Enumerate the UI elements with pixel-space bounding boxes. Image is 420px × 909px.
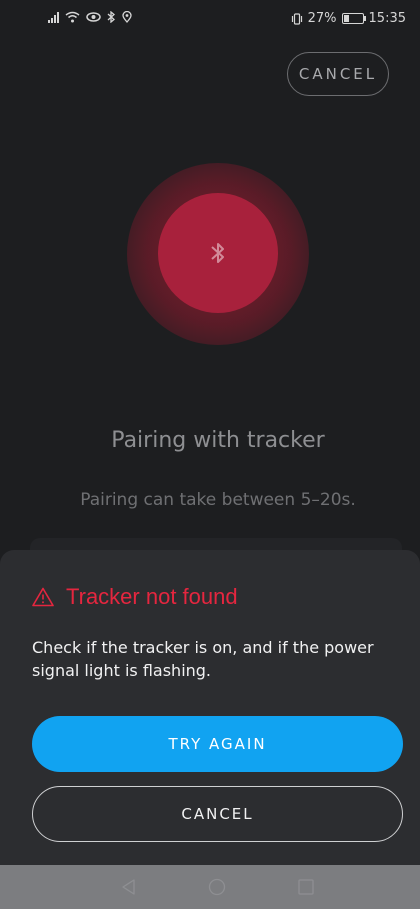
error-message: Check if the tracker is on, and if the p… xyxy=(32,638,374,680)
vibrate-icon xyxy=(291,12,302,25)
status-time: 15:35 xyxy=(368,11,406,26)
pairing-title: Pairing with tracker xyxy=(111,428,325,453)
bluetooth-icon xyxy=(211,243,224,263)
header-cancel-button[interactable]: CANCEL xyxy=(287,52,389,96)
try-again-button[interactable]: TRY AGAIN xyxy=(32,716,403,772)
status-icons-left xyxy=(48,11,132,23)
status-icons-right: 27% 15:35 xyxy=(291,11,406,26)
signal-icon xyxy=(48,11,59,23)
pairing-subtitle: Pairing can take between 5–20s. xyxy=(80,490,356,510)
eye-icon xyxy=(86,12,101,22)
warning-icon xyxy=(32,587,54,607)
home-icon[interactable] xyxy=(208,878,226,896)
back-icon[interactable] xyxy=(120,878,138,896)
pairing-screen: 27% 15:35 CANCEL Pairing with tracker Pa… xyxy=(0,0,420,909)
bluetooth-icon xyxy=(107,11,115,23)
error-header: Tracker not found xyxy=(32,584,238,610)
pairing-pulse-core xyxy=(158,193,278,313)
cancel-button[interactable]: CANCEL xyxy=(32,786,403,842)
system-nav-bar xyxy=(0,865,420,909)
status-bar: 27% 15:35 xyxy=(0,0,420,40)
recent-apps-icon[interactable] xyxy=(298,879,314,895)
error-title: Tracker not found xyxy=(66,584,238,609)
wifi-icon xyxy=(65,11,80,23)
battery-icon xyxy=(341,13,366,24)
battery-percent: 27% xyxy=(307,11,337,26)
location-icon xyxy=(122,11,132,23)
